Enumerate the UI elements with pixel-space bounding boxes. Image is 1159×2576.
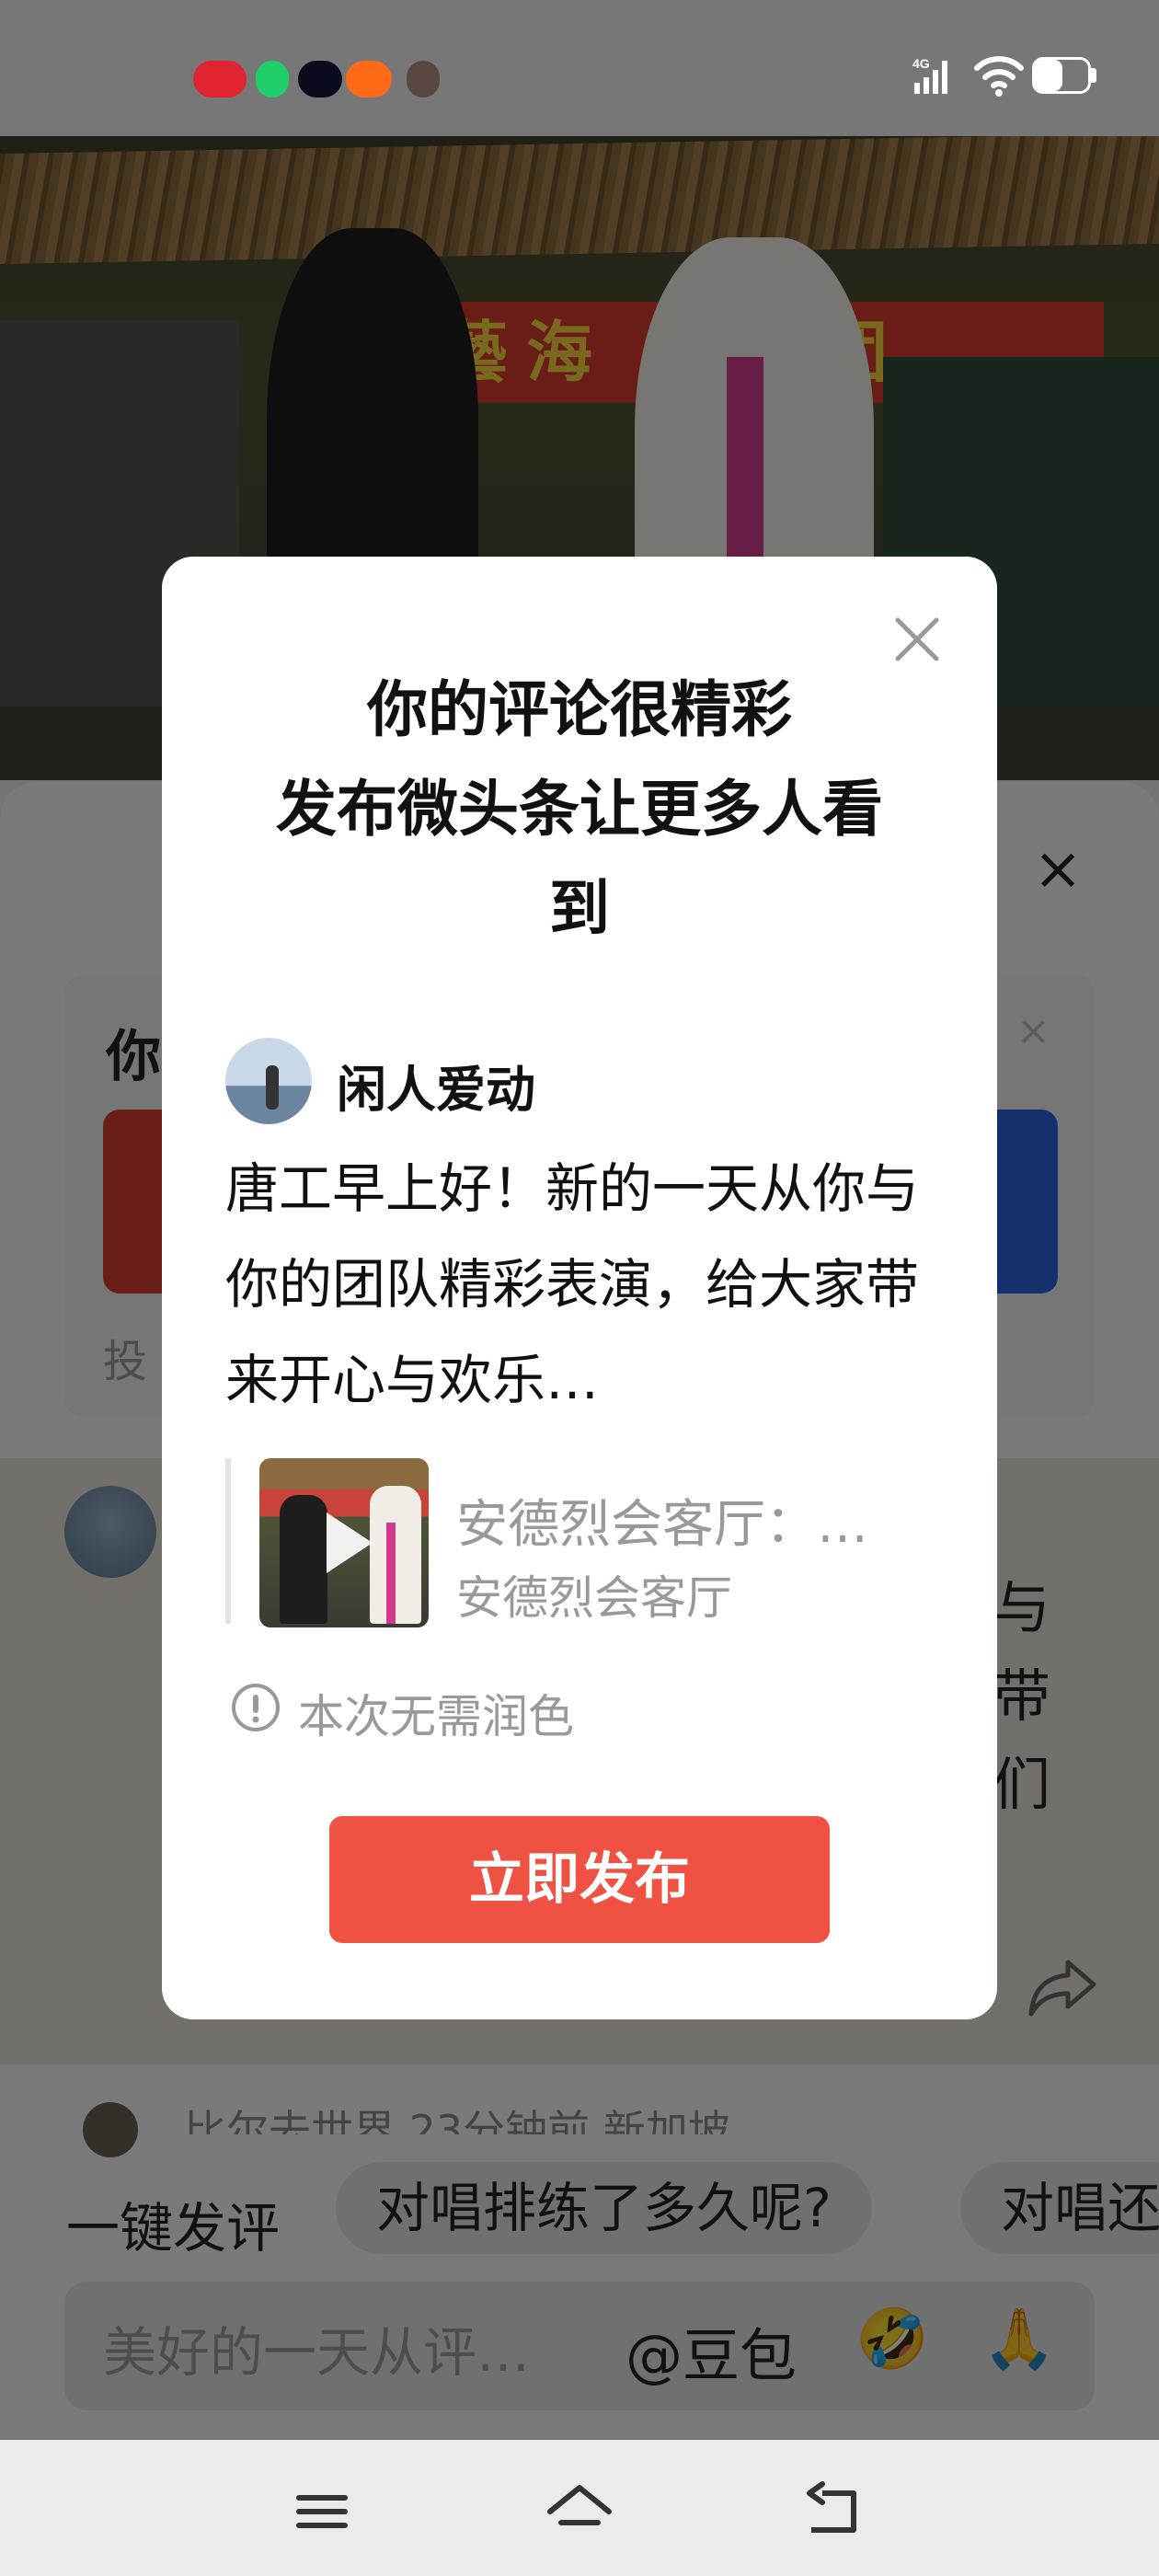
polish-note: 本次无需润色 <box>298 1690 574 1743</box>
dialog-title: 你的评论很精彩 发布微头条让更多人看 到 <box>276 674 883 944</box>
battery-tip <box>1091 68 1096 83</box>
notification-icon <box>256 61 289 98</box>
home-icon[interactable] <box>543 2475 616 2548</box>
play-icon <box>327 1512 373 1573</box>
back-icon[interactable] <box>800 2475 874 2548</box>
quote-divider <box>225 1458 231 1624</box>
wifi-icon <box>974 56 1024 97</box>
signal-icon: 4G <box>912 56 947 94</box>
notification-icon <box>346 61 392 98</box>
username: 闲人爱动 <box>337 1061 535 1119</box>
notification-icon <box>407 61 440 98</box>
quoted-video-source: 安德烈会客厅 <box>456 1571 732 1625</box>
comment-text: 唐工早上好！新的一天从你与你的团队精彩表演，给大家带来开心与欢乐… <box>225 1157 920 1411</box>
notification-icon <box>193 61 247 98</box>
info-icon <box>232 1684 280 1731</box>
svg-text:4G: 4G <box>912 56 930 71</box>
avatar <box>225 1038 312 1124</box>
publish-button[interactable]: 立即发布 <box>329 1816 830 1943</box>
menu-icon[interactable] <box>285 2475 359 2548</box>
notification-icon <box>298 61 342 98</box>
battery-level <box>1035 60 1062 91</box>
quoted-video-title: 安德烈会客厅：… <box>456 1495 868 1555</box>
